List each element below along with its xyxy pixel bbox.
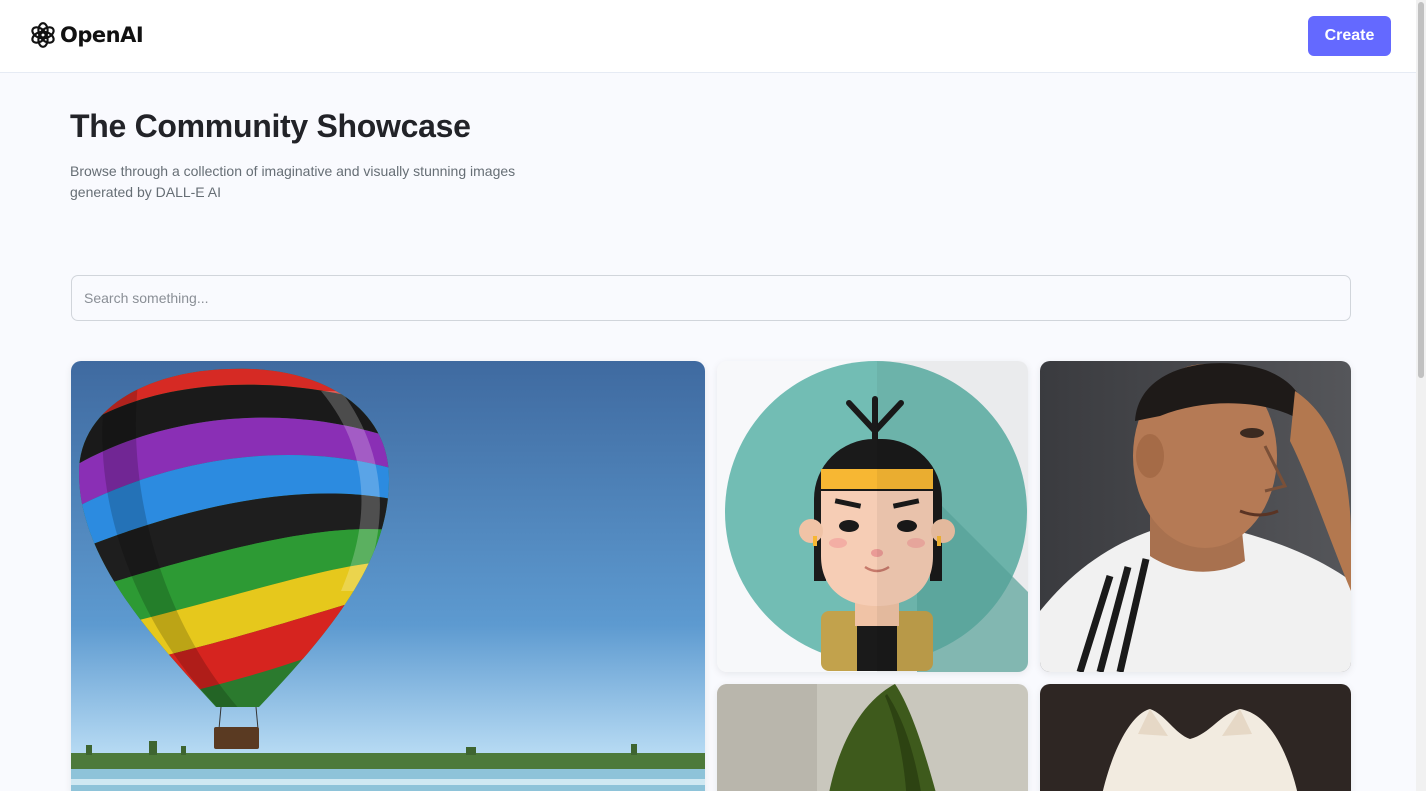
top-nav: OpenAI Create [0,0,1426,73]
gallery-card-hat[interactable] [717,684,1028,791]
avatar-illustration [717,361,1028,672]
gallery-card-cat[interactable] [1040,684,1351,791]
brand-name: OpenAI [60,23,144,47]
balloon-image [71,361,705,791]
create-button[interactable]: Create [1308,16,1391,56]
openai-logo-icon [31,22,55,48]
brand-logo[interactable]: OpenAI [29,21,144,49]
portrait-photo [1040,361,1351,672]
search-field [71,275,1351,321]
gallery-card-balloon[interactable] [71,361,705,791]
page-subtitle: Browse through a collection of imaginati… [70,163,516,200]
gallery-card-avatar[interactable] [717,361,1028,672]
cat-photo [1040,684,1351,791]
search-input[interactable] [72,276,1350,320]
gallery-card-portrait[interactable] [1040,361,1351,672]
page-title: The Community Showcase [70,108,471,144]
hat-photo [717,684,1028,791]
page-scrollbar[interactable] [1416,0,1426,791]
scrollbar-thumb[interactable] [1418,2,1424,378]
